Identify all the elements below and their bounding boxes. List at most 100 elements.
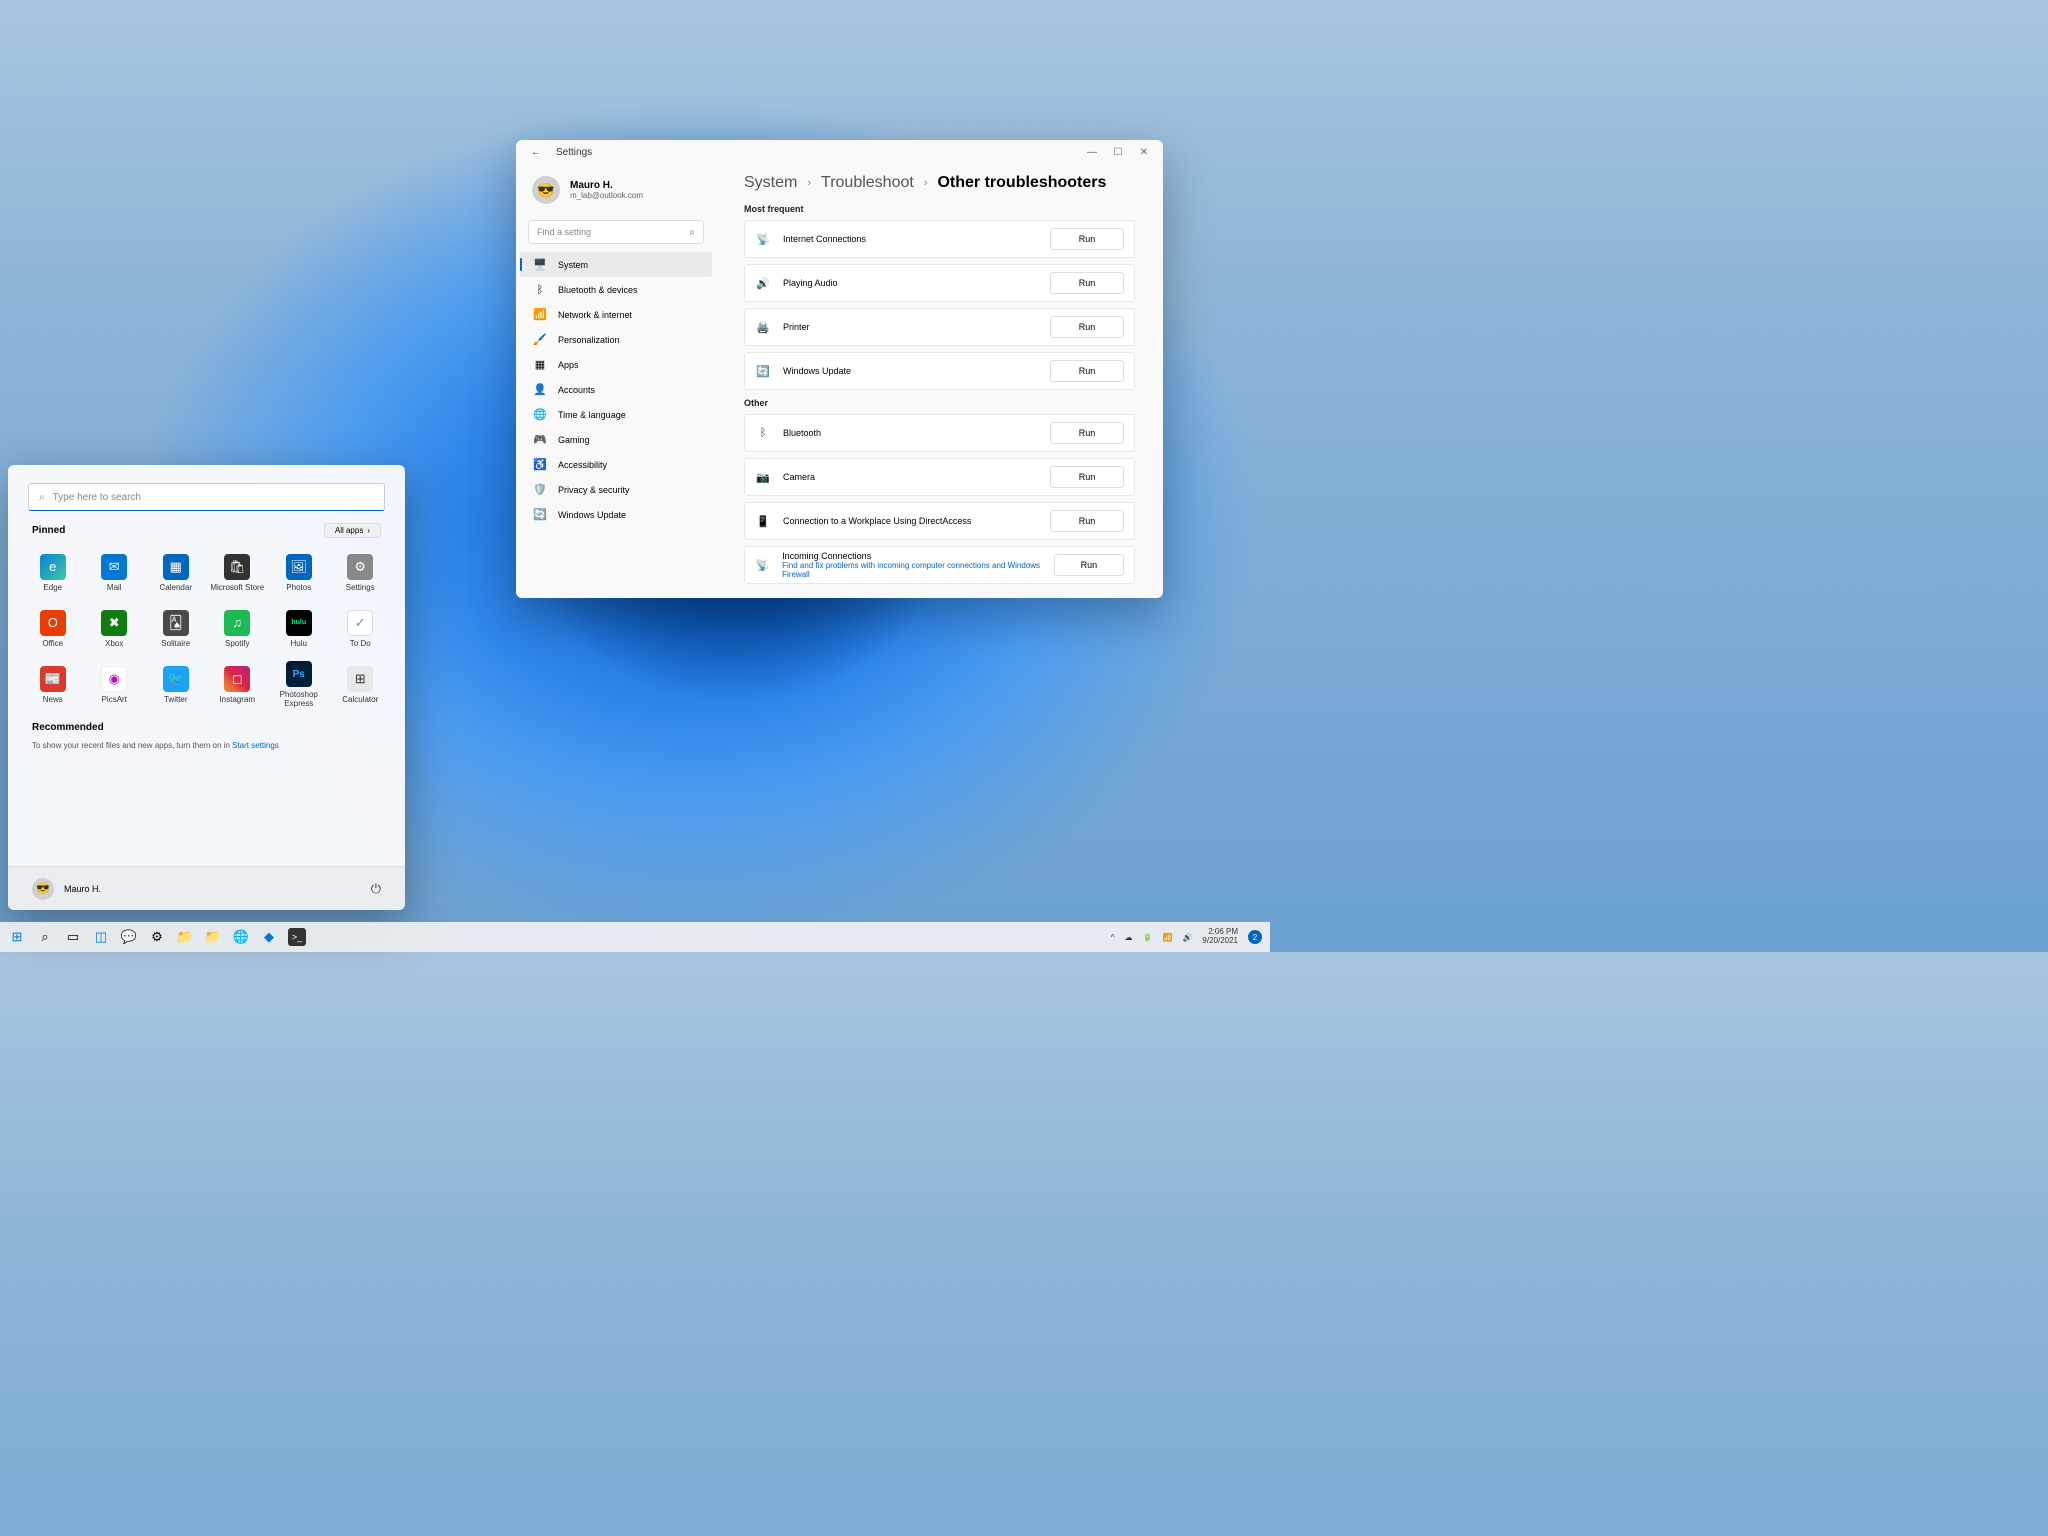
tray-volume-icon[interactable]: 🔊: [1182, 933, 1192, 942]
taskbar-clock[interactable]: 2:06 PM 9/20/2021: [1202, 928, 1238, 946]
sidebar-item-network-internet[interactable]: 📶Network & internet: [520, 302, 712, 327]
app-tile-photoshop-express[interactable]: PsPhotoshop Express: [268, 660, 330, 710]
notification-badge[interactable]: 2: [1248, 930, 1262, 944]
taskbar-explorer[interactable]: 📁: [176, 928, 194, 946]
taskbar-app[interactable]: ◆: [260, 928, 278, 946]
sidebar-item-personalization[interactable]: 🖌️Personalization: [520, 327, 712, 352]
troubleshooter-icon: 🔄: [755, 365, 771, 378]
app-tile-solitaire[interactable]: 🂡Solitaire: [145, 604, 207, 654]
start-settings-link[interactable]: Start settings: [232, 741, 279, 750]
troubleshooter-row: ᛒBluetoothRun: [744, 414, 1135, 452]
app-tile-xbox[interactable]: ✖Xbox: [84, 604, 146, 654]
start-search-input[interactable]: ⌕ Type here to search: [28, 483, 385, 511]
sidebar-item-privacy-security[interactable]: 🛡️Privacy & security: [520, 477, 712, 502]
app-tile-picsart[interactable]: ◉PicsArt: [84, 660, 146, 710]
maximize-button[interactable]: ☐: [1111, 145, 1125, 159]
chevron-right-icon: ›: [367, 526, 370, 535]
app-tile-twitter[interactable]: 🐦Twitter: [145, 660, 207, 710]
app-label: Calendar: [160, 584, 192, 593]
chevron-right-icon: ›: [807, 177, 811, 189]
power-button[interactable]: ⏻: [371, 881, 381, 897]
nav-icon: 👤: [534, 384, 546, 396]
minimize-button[interactable]: —: [1085, 145, 1099, 159]
tray-battery-icon[interactable]: 🔋: [1143, 933, 1153, 942]
app-icon: ✉: [101, 554, 127, 580]
window-title: Settings: [556, 147, 592, 158]
crumb-troubleshoot[interactable]: Troubleshoot: [821, 174, 914, 192]
app-tile-settings[interactable]: ⚙Settings: [330, 548, 392, 598]
app-tile-edge[interactable]: eEdge: [22, 548, 84, 598]
app-tile-instagram[interactable]: ◻ Instagram: [207, 660, 269, 710]
run-button[interactable]: Run: [1050, 422, 1124, 444]
sidebar-item-accessibility[interactable]: ♿Accessibility: [520, 452, 712, 477]
sidebar-item-system[interactable]: 🖥️System: [520, 252, 712, 277]
close-button[interactable]: ✕: [1137, 145, 1151, 159]
sidebar-item-windows-update[interactable]: 🔄Windows Update: [520, 502, 712, 527]
sidebar-item-bluetooth-devices[interactable]: ᛒBluetooth & devices: [520, 277, 712, 302]
tray-onedrive-icon[interactable]: ☁: [1125, 933, 1133, 942]
start-button[interactable]: ⊞: [8, 928, 26, 946]
nav-icon: 🛡️: [534, 484, 546, 496]
app-tile-photos[interactable]: 🖼Photos: [268, 548, 330, 598]
app-tile-calculator[interactable]: ⊞Calculator: [330, 660, 392, 710]
app-label: Photoshop Express: [268, 691, 330, 709]
search-icon: ⌕: [689, 227, 695, 238]
app-label: Hulu: [291, 640, 307, 649]
app-label: Photos: [286, 584, 311, 593]
back-button[interactable]: ←: [524, 140, 548, 164]
app-tile-mail[interactable]: ✉Mail: [84, 548, 146, 598]
nav-icon: ♿: [534, 459, 546, 471]
troubleshooter-icon: 🔊: [755, 277, 771, 290]
nav-icon: 🌐: [534, 409, 546, 421]
app-icon: ⚙: [347, 554, 373, 580]
run-button[interactable]: Run: [1050, 466, 1124, 488]
app-icon: ◻: [224, 666, 250, 692]
widgets-button[interactable]: ◫: [92, 928, 110, 946]
sidebar-item-time-language[interactable]: 🌐Time & language: [520, 402, 712, 427]
tray-chevron-icon[interactable]: ^: [1111, 933, 1115, 942]
tray-wifi-icon[interactable]: 📶: [1162, 933, 1172, 942]
app-tile-microsoft-store[interactable]: 🛍Microsoft Store: [207, 548, 269, 598]
app-tile-news[interactable]: 📰News: [22, 660, 84, 710]
crumb-system[interactable]: System: [744, 174, 797, 192]
sidebar-item-accounts[interactable]: 👤Accounts: [520, 377, 712, 402]
troubleshooter-label: Internet Connections: [783, 234, 866, 244]
taskbar-settings[interactable]: ⚙: [148, 928, 166, 946]
app-tile-spotify[interactable]: ♫Spotify: [207, 604, 269, 654]
run-button[interactable]: Run: [1050, 316, 1124, 338]
all-apps-button[interactable]: All apps ›: [324, 523, 381, 538]
search-button[interactable]: ⌕: [36, 928, 54, 946]
search-input[interactable]: Find a setting ⌕: [528, 220, 704, 244]
taskbar-edge[interactable]: 🌐: [232, 928, 250, 946]
app-icon: ⊞: [347, 666, 373, 692]
start-menu: ⌕ Type here to search Pinned All apps › …: [8, 465, 405, 910]
troubleshooter-row: 📡Internet ConnectionsRun: [744, 220, 1135, 258]
profile-header[interactable]: 😎 Mauro H. m_lab@outlook.com: [516, 172, 716, 216]
run-button[interactable]: Run: [1050, 228, 1124, 250]
app-icon: 🐦: [163, 666, 189, 692]
app-tile-to-do[interactable]: ✓To Do: [330, 604, 392, 654]
run-button[interactable]: Run: [1050, 360, 1124, 382]
app-tile-office[interactable]: OOffice: [22, 604, 84, 654]
app-tile-calendar[interactable]: ▦Calendar: [145, 548, 207, 598]
sidebar-item-apps[interactable]: ▦Apps: [520, 352, 712, 377]
nav-icon: 🎮: [534, 434, 546, 446]
run-button[interactable]: Run: [1050, 272, 1124, 294]
taskbar: ⊞ ⌕ ▭ ◫ 💬 ⚙ 📁 📁 🌐 ◆ >_ ^ ☁ 🔋 📶 🔊 2:06 PM…: [0, 922, 1270, 952]
troubleshooter-label: Incoming Connections: [782, 551, 1054, 561]
troubleshooter-label: Printer: [783, 322, 810, 332]
app-icon: 📰: [40, 666, 66, 692]
app-icon: ♫: [224, 610, 250, 636]
task-view-button[interactable]: ▭: [64, 928, 82, 946]
settings-content: System › Troubleshoot › Other troublesho…: [716, 164, 1163, 598]
run-button[interactable]: Run: [1054, 554, 1124, 576]
app-label: Instagram: [219, 696, 255, 705]
sidebar-item-gaming[interactable]: 🎮Gaming: [520, 427, 712, 452]
run-button[interactable]: Run: [1050, 510, 1124, 532]
app-tile-hulu[interactable]: huluHulu: [268, 604, 330, 654]
chat-button[interactable]: 💬: [120, 928, 138, 946]
taskbar-explorer-2[interactable]: 📁: [204, 928, 222, 946]
app-icon: e: [40, 554, 66, 580]
start-user-button[interactable]: 😎 Mauro H.: [32, 878, 101, 900]
taskbar-terminal[interactable]: >_: [288, 928, 306, 946]
